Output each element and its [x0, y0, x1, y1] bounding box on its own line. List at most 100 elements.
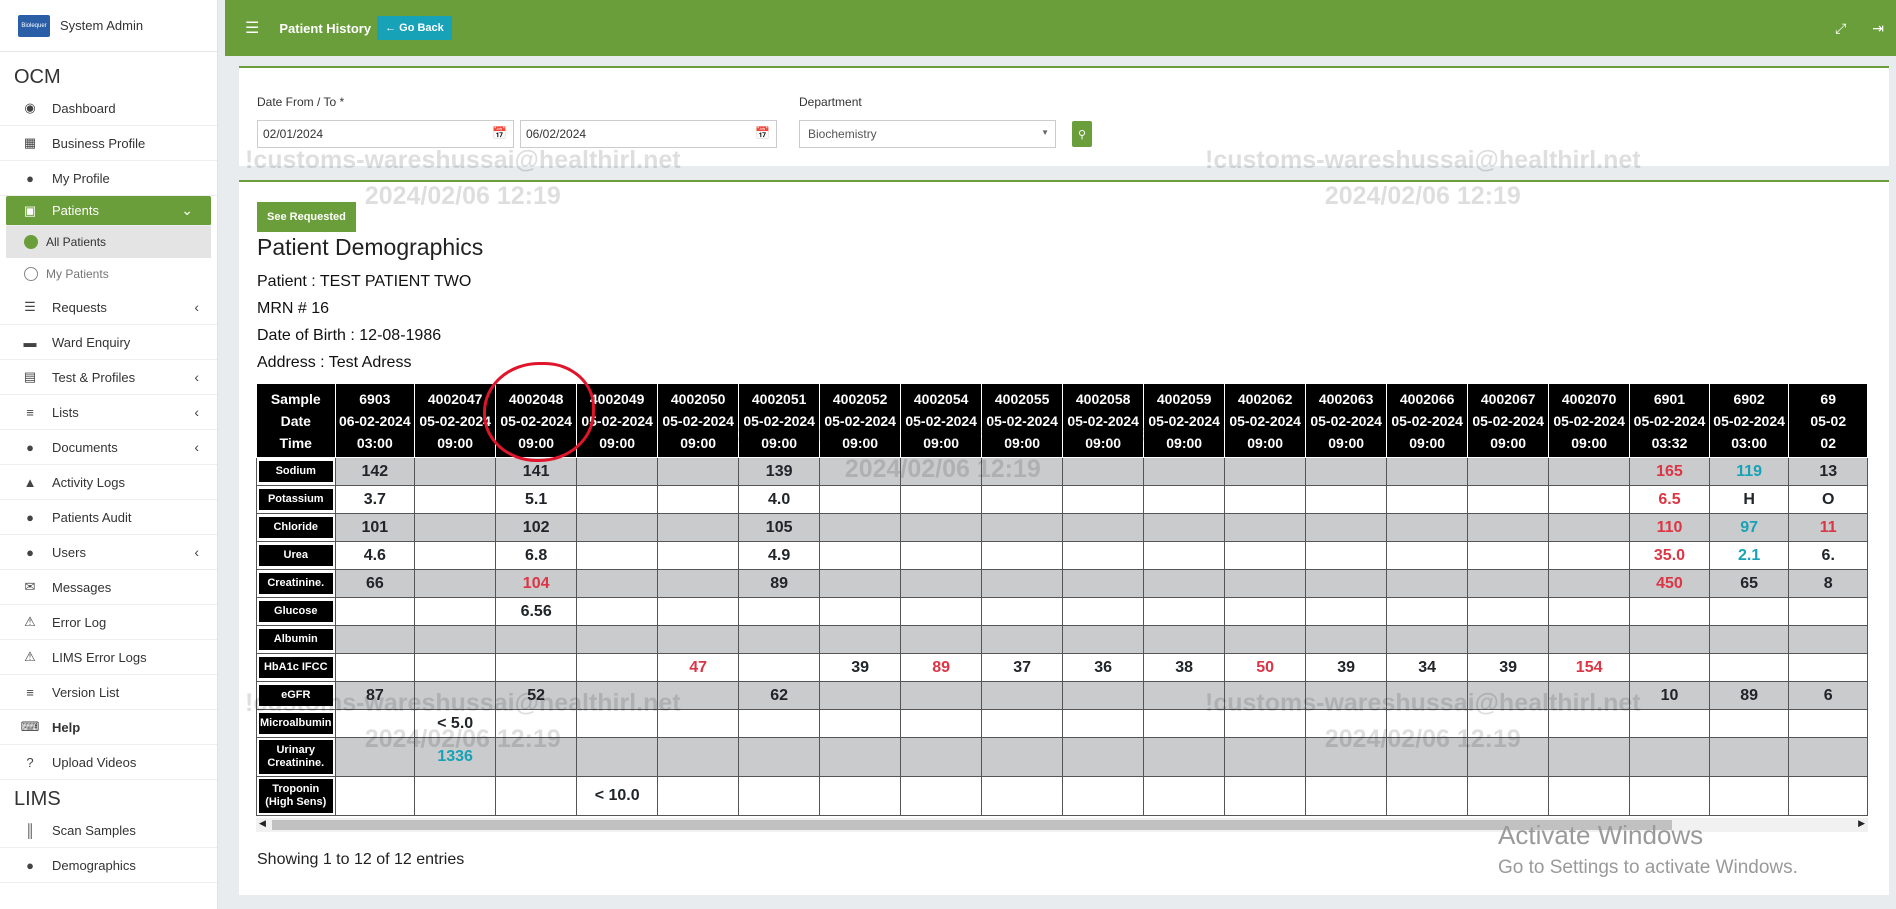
result-cell[interactable] — [819, 513, 902, 542]
result-cell[interactable]: 6.56 — [495, 597, 578, 626]
result-cell[interactable] — [414, 541, 497, 570]
result-cell[interactable] — [657, 569, 740, 598]
result-cell[interactable] — [1467, 709, 1550, 738]
result-cell[interactable] — [981, 776, 1064, 816]
result-cell[interactable] — [495, 709, 578, 738]
result-cell[interactable] — [1224, 513, 1307, 542]
sidebar-item-upload-videos[interactable]: ? Upload Videos — [0, 745, 217, 780]
result-cell[interactable] — [1788, 653, 1868, 682]
result-cell[interactable] — [1224, 597, 1307, 626]
result-cell[interactable] — [1305, 569, 1388, 598]
result-cell[interactable] — [1788, 776, 1868, 816]
result-cell[interactable]: 101 — [334, 513, 416, 542]
result-cell[interactable] — [900, 457, 983, 486]
sample-column-header[interactable]: 69 05-02 02 — [1788, 383, 1868, 458]
result-cell[interactable] — [1143, 513, 1226, 542]
horizontal-scrollbar[interactable]: ◀ ▶ — [256, 818, 1868, 832]
sample-column-header[interactable]: 4002067 05-02-2024 09:00 — [1467, 383, 1550, 458]
result-cell[interactable] — [1467, 776, 1550, 816]
sample-column-header[interactable]: 4002054 05-02-2024 09:00 — [900, 383, 983, 458]
sidebar-item-users[interactable]: ● Users ‹ — [0, 535, 217, 570]
result-cell[interactable]: 1336 — [414, 737, 497, 777]
fullscreen-icon[interactable]: ⤢ — [1835, 20, 1846, 37]
result-cell[interactable] — [657, 513, 740, 542]
result-cell[interactable] — [1548, 597, 1631, 626]
result-cell[interactable]: 39 — [1305, 653, 1388, 682]
result-cell[interactable] — [819, 541, 902, 570]
result-cell[interactable]: 3.7 — [334, 485, 416, 514]
result-cell[interactable]: 47 — [657, 653, 740, 682]
result-cell[interactable] — [981, 681, 1064, 710]
result-cell[interactable] — [334, 625, 416, 654]
sidebar-item-patients-audit[interactable]: ● Patients Audit — [0, 500, 217, 535]
result-cell[interactable] — [576, 653, 659, 682]
result-cell[interactable] — [334, 709, 416, 738]
result-cell[interactable] — [1143, 737, 1226, 777]
result-cell[interactable] — [1305, 776, 1388, 816]
sidebar-item-lims-error-logs[interactable]: ⚠ LIMS Error Logs — [0, 640, 217, 675]
result-cell[interactable] — [738, 737, 821, 777]
result-cell[interactable] — [738, 653, 821, 682]
result-cell[interactable]: 102 — [495, 513, 578, 542]
result-cell[interactable]: < 5.0 — [414, 709, 497, 738]
result-cell[interactable] — [1062, 457, 1145, 486]
result-cell[interactable] — [981, 737, 1064, 777]
result-cell[interactable] — [1386, 681, 1469, 710]
sidebar-item-error-log[interactable]: ⚠ Error Log — [0, 605, 217, 640]
result-cell[interactable]: 37 — [981, 653, 1064, 682]
sample-column-header[interactable]: 4002059 05-02-2024 09:00 — [1143, 383, 1226, 458]
scrollbar-thumb[interactable] — [272, 820, 1672, 830]
sample-column-header[interactable]: 4002070 05-02-2024 09:00 — [1548, 383, 1631, 458]
result-cell[interactable]: 52 — [495, 681, 578, 710]
result-cell[interactable]: 119 — [1708, 457, 1790, 486]
result-cell[interactable] — [1548, 457, 1631, 486]
result-cell[interactable]: 6 — [1788, 681, 1868, 710]
result-cell[interactable] — [1708, 597, 1790, 626]
result-cell[interactable] — [1548, 541, 1631, 570]
result-cell[interactable] — [819, 569, 902, 598]
result-cell[interactable] — [334, 597, 416, 626]
result-cell[interactable] — [657, 485, 740, 514]
result-cell[interactable] — [1467, 569, 1550, 598]
result-cell[interactable] — [1305, 541, 1388, 570]
result-cell[interactable] — [414, 776, 497, 816]
result-cell[interactable] — [1386, 569, 1469, 598]
result-cell[interactable]: 36 — [1062, 653, 1145, 682]
result-cell[interactable] — [576, 737, 659, 777]
result-cell[interactable] — [576, 485, 659, 514]
result-cell[interactable] — [900, 709, 983, 738]
result-cell[interactable] — [657, 457, 740, 486]
result-cell[interactable] — [1548, 737, 1631, 777]
result-cell[interactable] — [1143, 625, 1226, 654]
sample-column-header[interactable]: 4002066 05-02-2024 09:00 — [1386, 383, 1469, 458]
result-cell[interactable] — [414, 485, 497, 514]
result-cell[interactable]: 165 — [1629, 457, 1710, 486]
result-cell[interactable] — [1788, 709, 1868, 738]
go-back-button[interactable]: ← Go Back — [377, 16, 452, 40]
result-cell[interactable]: 6.8 — [495, 541, 578, 570]
result-cell[interactable] — [1062, 569, 1145, 598]
sidebar-item-activity-logs[interactable]: ▲ Activity Logs — [0, 465, 217, 500]
result-cell[interactable]: 89 — [738, 569, 821, 598]
result-cell[interactable] — [981, 485, 1064, 514]
result-cell[interactable]: O — [1788, 485, 1868, 514]
result-cell[interactable] — [657, 541, 740, 570]
result-cell[interactable] — [1386, 541, 1469, 570]
result-cell[interactable]: 34 — [1386, 653, 1469, 682]
results-table-container[interactable]: Sample Date Time 6903 06-02-2024 03:00 4002047… — [256, 383, 1868, 838]
result-cell[interactable]: 65 — [1708, 569, 1790, 598]
result-cell[interactable] — [1629, 776, 1710, 816]
result-cell[interactable] — [1062, 513, 1145, 542]
sample-column-header[interactable]: 4002052 05-02-2024 09:00 — [819, 383, 902, 458]
result-cell[interactable] — [334, 776, 416, 816]
result-cell[interactable] — [1143, 569, 1226, 598]
result-cell[interactable] — [657, 737, 740, 777]
result-cell[interactable] — [1143, 681, 1226, 710]
result-cell[interactable] — [1708, 709, 1790, 738]
result-cell[interactable] — [576, 681, 659, 710]
result-cell[interactable] — [1386, 709, 1469, 738]
result-cell[interactable] — [1305, 737, 1388, 777]
result-cell[interactable]: 2.1 — [1708, 541, 1790, 570]
result-cell[interactable] — [738, 625, 821, 654]
result-cell[interactable] — [1548, 709, 1631, 738]
